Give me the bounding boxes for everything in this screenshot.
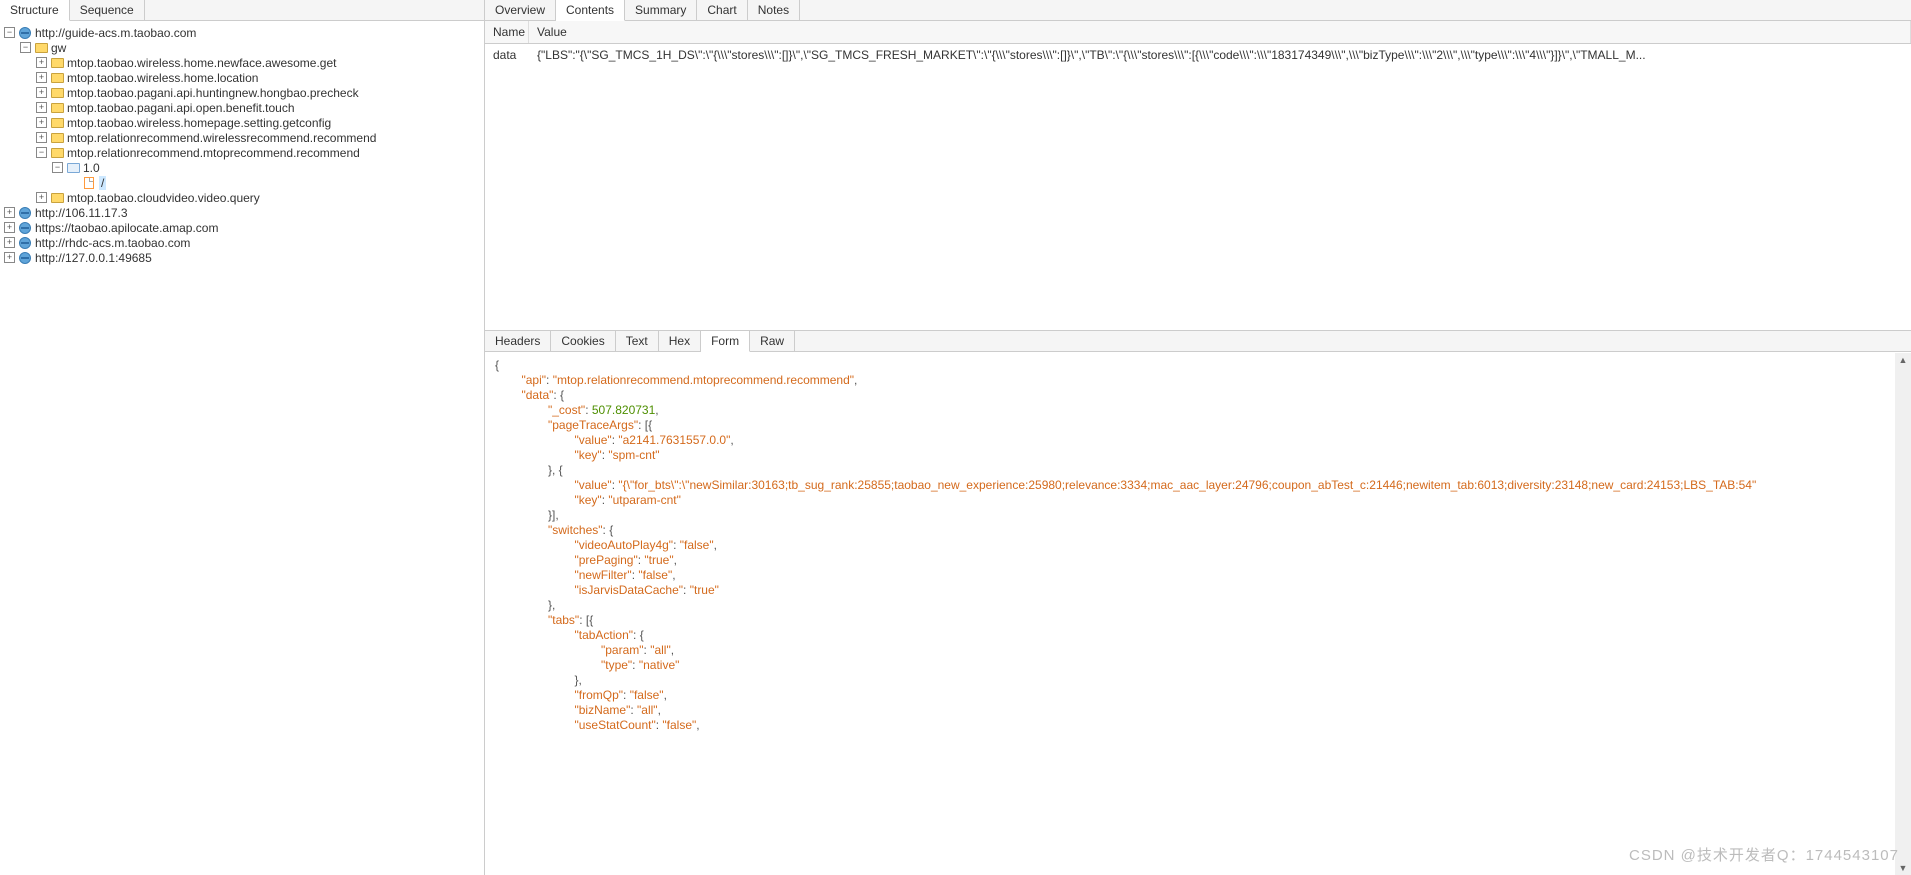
scroll-down-icon[interactable]: ▼	[1896, 861, 1910, 875]
tree-toggle[interactable]: −	[36, 147, 47, 158]
tab-overview[interactable]: Overview	[485, 0, 556, 20]
tree-node-file-selected[interactable]: /	[2, 175, 482, 190]
tree-toggle[interactable]: +	[36, 192, 47, 203]
tree-toggle[interactable]: −	[20, 42, 31, 53]
structure-tree[interactable]: − http://guide-acs.m.taobao.com − gw + m…	[0, 21, 484, 875]
folder-icon	[50, 191, 64, 205]
tab-raw[interactable]: Raw	[750, 331, 795, 351]
tree-label: mtop.taobao.wireless.homepage.setting.ge…	[67, 116, 331, 130]
folder-icon	[50, 116, 64, 130]
tree-label: https://taobao.apilocate.amap.com	[35, 221, 218, 235]
tree-label: /	[99, 176, 106, 190]
folder-icon	[50, 101, 64, 115]
tree-label: 1.0	[83, 161, 100, 175]
tree-toggle[interactable]: +	[36, 117, 47, 128]
tree-toggle[interactable]: +	[4, 252, 15, 263]
tree-label: gw	[51, 41, 66, 55]
tree-label: http://guide-acs.m.taobao.com	[35, 26, 196, 40]
tab-headers[interactable]: Headers	[485, 331, 551, 351]
tree-toggle[interactable]: +	[4, 207, 15, 218]
cell-value: {"LBS":"{\"SG_TMCS_1H_DS\":\"{\\\"stores…	[529, 46, 1911, 64]
tree-toggle[interactable]: −	[52, 162, 63, 173]
tree-node-host[interactable]: + http://rhdc-acs.m.taobao.com	[2, 235, 482, 250]
tree-toggle[interactable]: +	[36, 132, 47, 143]
tree-node-folder[interactable]: + mtop.taobao.wireless.homepage.setting.…	[2, 115, 482, 130]
tab-text[interactable]: Text	[616, 331, 659, 351]
folder-icon	[50, 56, 64, 70]
tree-node-folder[interactable]: − mtop.relationrecommend.mtoprecommend.r…	[2, 145, 482, 160]
tree-toggle[interactable]: +	[4, 222, 15, 233]
json-viewer[interactable]: { "api": "mtop.relationrecommend.mtoprec…	[485, 352, 1911, 875]
tree-node-folder[interactable]: + mtop.relationrecommend.wirelessrecomme…	[2, 130, 482, 145]
col-header-value[interactable]: Value	[529, 21, 1911, 43]
table-row[interactable]: data {"LBS":"{\"SG_TMCS_1H_DS\":\"{\\\"s…	[485, 44, 1911, 66]
tree-label: http://106.11.17.3	[35, 206, 128, 220]
tree-label: http://127.0.0.1:49685	[35, 251, 152, 265]
tab-summary[interactable]: Summary	[625, 0, 697, 20]
tree-node-folder[interactable]: + mtop.taobao.pagani.api.open.benefit.to…	[2, 100, 482, 115]
globe-icon	[18, 26, 32, 40]
folder-icon	[50, 71, 64, 85]
globe-icon	[18, 251, 32, 265]
tree-label: mtop.taobao.wireless.home.newface.awesom…	[67, 56, 336, 70]
tree-toggle[interactable]: +	[36, 87, 47, 98]
tree-toggle[interactable]: +	[36, 72, 47, 83]
tab-chart[interactable]: Chart	[697, 0, 747, 20]
tab-hex[interactable]: Hex	[659, 331, 701, 351]
folder-icon	[34, 41, 48, 55]
tree-label: mtop.relationrecommend.mtoprecommend.rec…	[67, 146, 360, 160]
folder-open-icon	[66, 161, 80, 175]
tree-node-host[interactable]: + https://taobao.apilocate.amap.com	[2, 220, 482, 235]
tree-toggle[interactable]: +	[36, 57, 47, 68]
tree-node-folder[interactable]: + mtop.taobao.wireless.home.newface.awes…	[2, 55, 482, 70]
globe-icon	[18, 236, 32, 250]
right-panel: Overview Contents Summary Chart Notes Na…	[485, 0, 1911, 875]
tree-label: mtop.relationrecommend.wirelessrecommend…	[67, 131, 376, 145]
folder-icon	[50, 86, 64, 100]
globe-icon	[18, 206, 32, 220]
tree-node-host[interactable]: − http://guide-acs.m.taobao.com	[2, 25, 482, 40]
tree-node-host[interactable]: + http://127.0.0.1:49685	[2, 250, 482, 265]
cell-name: data	[485, 46, 529, 64]
tree-node-folder[interactable]: + mtop.taobao.wireless.home.location	[2, 70, 482, 85]
left-tab-bar: Structure Sequence	[0, 0, 484, 21]
file-icon	[82, 176, 96, 190]
tab-cookies[interactable]: Cookies	[551, 331, 615, 351]
scrollbar[interactable]: ▲ ▼	[1895, 353, 1911, 875]
tree-node-folder[interactable]: + mtop.taobao.cloudvideo.video.query	[2, 190, 482, 205]
tree-label: mtop.taobao.pagani.api.open.benefit.touc…	[67, 101, 295, 115]
contents-lower: Headers Cookies Text Hex Form Raw { "api…	[485, 330, 1911, 875]
scroll-up-icon[interactable]: ▲	[1896, 353, 1910, 367]
contents-upper: Overview Contents Summary Chart Notes Na…	[485, 0, 1911, 330]
tree-label: http://rhdc-acs.m.taobao.com	[35, 236, 190, 250]
folder-icon	[50, 131, 64, 145]
tree-toggle[interactable]: −	[4, 27, 15, 38]
contents-table-header: Name Value	[485, 21, 1911, 44]
tab-form[interactable]: Form	[701, 331, 750, 352]
tree-label: mtop.taobao.pagani.api.huntingnew.hongba…	[67, 86, 359, 100]
tab-structure[interactable]: Structure	[0, 0, 70, 21]
tree-toggle[interactable]: +	[36, 102, 47, 113]
tree-node-folder[interactable]: − 1.0	[2, 160, 482, 175]
tree-label: mtop.taobao.cloudvideo.video.query	[67, 191, 260, 205]
globe-icon	[18, 221, 32, 235]
tree-toggle[interactable]: +	[4, 237, 15, 248]
tab-sequence[interactable]: Sequence	[70, 0, 145, 20]
tree-label: mtop.taobao.wireless.home.location	[67, 71, 258, 85]
right-lower-tab-bar: Headers Cookies Text Hex Form Raw	[485, 331, 1911, 352]
right-upper-tab-bar: Overview Contents Summary Chart Notes	[485, 0, 1911, 21]
folder-icon	[50, 146, 64, 160]
left-panel: Structure Sequence − http://guide-acs.m.…	[0, 0, 485, 875]
tab-contents[interactable]: Contents	[556, 0, 625, 21]
tree-node-host[interactable]: + http://106.11.17.3	[2, 205, 482, 220]
tab-notes[interactable]: Notes	[748, 0, 800, 20]
tree-node-folder[interactable]: + mtop.taobao.pagani.api.huntingnew.hong…	[2, 85, 482, 100]
app-root: Structure Sequence − http://guide-acs.m.…	[0, 0, 1911, 875]
col-header-name[interactable]: Name	[485, 21, 529, 43]
contents-table-body: data {"LBS":"{\"SG_TMCS_1H_DS\":\"{\\\"s…	[485, 44, 1911, 66]
tree-node-folder[interactable]: − gw	[2, 40, 482, 55]
